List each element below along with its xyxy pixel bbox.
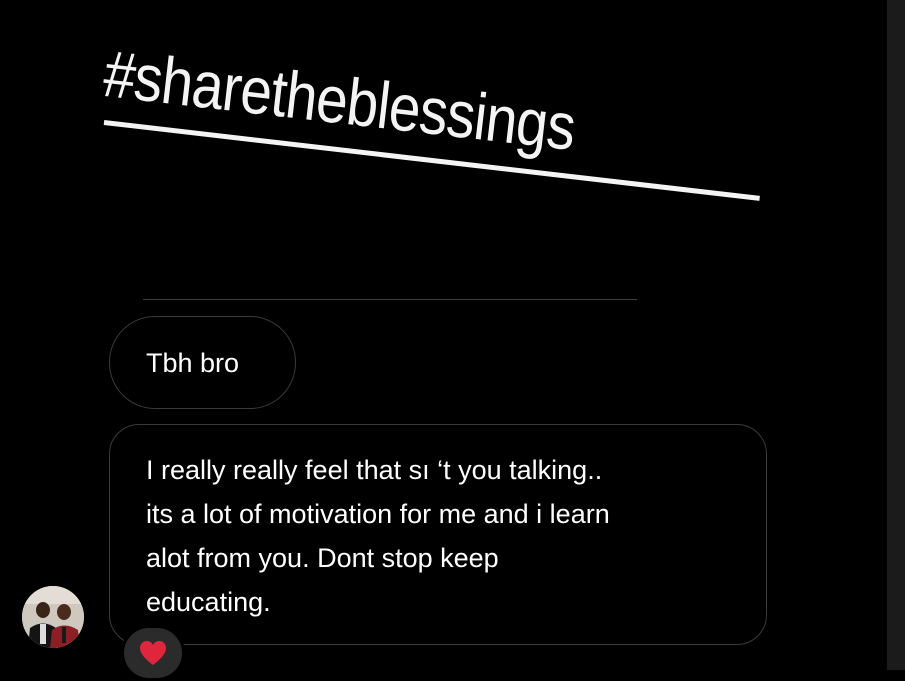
message-text-line: alot from you. Dont stop keep <box>146 543 499 573</box>
message-text: Tbh bro <box>146 348 240 378</box>
message-bubble[interactable]: I really really feel that sı ‘t you talk… <box>109 424 767 645</box>
message-text-line: educating. <box>146 587 271 617</box>
divider <box>143 299 637 300</box>
message-bubble[interactable]: Tbh bro <box>109 316 296 409</box>
reaction-badge[interactable] <box>121 625 185 681</box>
scrollbar-track[interactable] <box>887 0 905 670</box>
message-text-line: I really really feel that sı ‘t you talk… <box>146 455 603 485</box>
message-text-line: its a lot of motivation for me and i lea… <box>146 499 610 529</box>
avatar-photo <box>22 586 84 648</box>
heart-icon <box>140 641 166 665</box>
story-preview[interactable]: #sharetheblessings <box>0 0 887 300</box>
avatar[interactable] <box>22 586 84 648</box>
story-hashtag-text: #sharetheblessings <box>99 36 579 164</box>
